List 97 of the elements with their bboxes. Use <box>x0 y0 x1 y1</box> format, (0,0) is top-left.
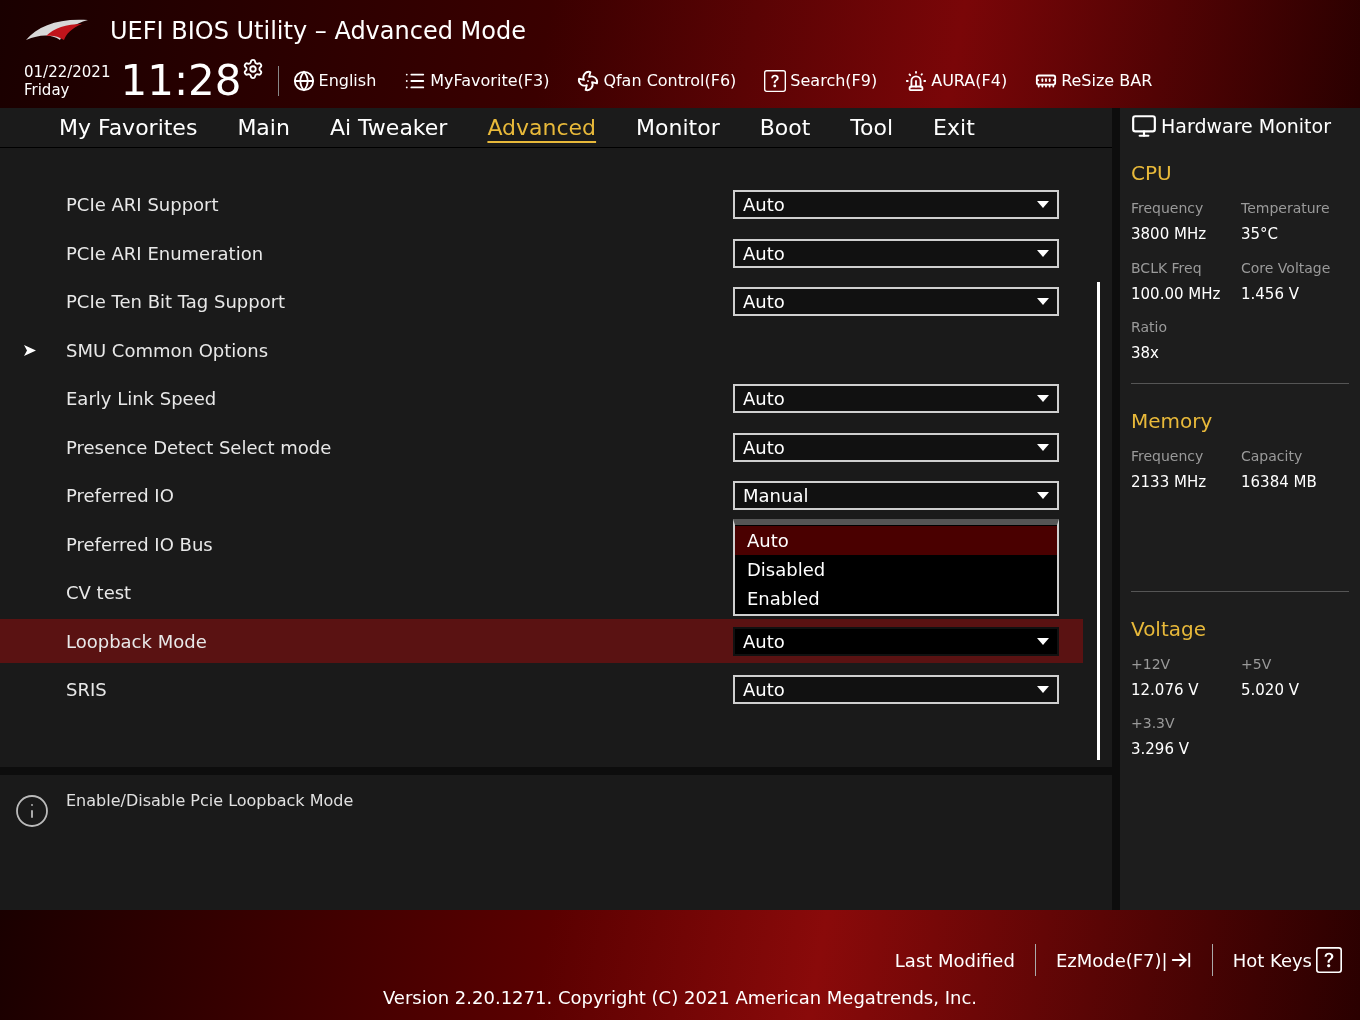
day-text: Friday <box>24 81 71 99</box>
toolbar-button[interactable]: MyFavorite(F3) <box>404 69 550 93</box>
caret-icon <box>1037 443 1049 451</box>
dropdown[interactable]: Auto <box>733 675 1059 704</box>
globe-icon <box>292 70 315 92</box>
toolbar-button[interactable]: English <box>292 69 377 93</box>
clock-time: 11:28 <box>120 60 242 102</box>
caret-icon <box>1037 492 1049 499</box>
dropdown[interactable]: Auto <box>733 432 1059 462</box>
metric-value: 38x <box>1131 343 1160 364</box>
version-text: Version 2.20.1271. Copyright (C) 2021 American Megatrends, Inc. <box>382 986 978 1010</box>
footer-button[interactable]: EzMode(F7)| <box>1055 946 1192 974</box>
metric-value: 3.296 V <box>1131 739 1190 760</box>
setting-row[interactable]: SRIS Auto <box>0 667 1059 712</box>
panel-title: Hardware Monitor <box>1161 113 1331 139</box>
dropdown[interactable]: Auto <box>733 238 1059 268</box>
metric-label: +12V <box>1131 654 1172 674</box>
metric-label: Core Voltage <box>1241 258 1332 278</box>
setting-row[interactable]: Early Link Speed Auto <box>0 376 1059 421</box>
arrow-icon <box>24 344 36 356</box>
setting-label: Preferred IO <box>66 484 175 508</box>
metric-value: 1.456 V <box>1241 283 1300 305</box>
setting-row[interactable]: Loopback Mode Auto <box>0 619 1083 663</box>
setting-label: Presence Detect Select mode <box>66 435 333 460</box>
footer-button[interactable]: Last Modified <box>894 946 1015 974</box>
metric-value: 5.020 V <box>1241 679 1300 701</box>
light-icon <box>905 70 928 92</box>
section-title: Voltage <box>1131 615 1208 643</box>
tab[interactable]: Tool <box>850 111 894 144</box>
setting-label: Early Link Speed <box>66 387 218 411</box>
dropdown[interactable]: Auto <box>733 384 1059 413</box>
metric-label: +5V <box>1241 654 1273 674</box>
caret-icon <box>1037 249 1049 257</box>
setting-label: PCIe ARI Enumeration <box>66 241 265 266</box>
setting-label: SMU Common Options <box>66 338 270 363</box>
caret-icon <box>1037 298 1049 305</box>
dropdown[interactable]: Auto <box>733 626 1059 656</box>
metric-label: BCLK Freq <box>1131 258 1203 278</box>
caret-icon <box>1037 201 1049 208</box>
dropdown[interactable]: Auto <box>733 287 1059 316</box>
toolbar-button[interactable]: Qfan Control(F6) <box>577 69 737 93</box>
scrollbar[interactable] <box>1097 282 1100 760</box>
metric-label: Temperature <box>1241 199 1331 218</box>
dropdown[interactable]: Auto <box>733 190 1059 219</box>
setting-row[interactable]: Presence Detect Select mode Auto <box>0 425 1059 469</box>
metric-label: Capacity <box>1241 446 1304 466</box>
setting-label: SRIS <box>66 678 108 702</box>
tab[interactable]: Monitor <box>636 111 720 144</box>
setting-label: CV test <box>66 581 133 605</box>
setting-label: PCIe Ten Bit Tag Support <box>66 290 287 314</box>
setting-row[interactable]: SMU Common Options <box>0 328 733 372</box>
setting-label: PCIe ARI Support <box>66 193 220 217</box>
footer-button[interactable]: Hot Keys <box>1232 946 1342 974</box>
dropdown[interactable]: Manual <box>733 481 1059 510</box>
tab[interactable]: Exit <box>933 111 975 144</box>
setting-label: Preferred IO Bus <box>66 532 214 557</box>
setting-row[interactable]: PCIe Ten Bit Tag Support Auto <box>0 279 1059 324</box>
dropdown-option[interactable]: Disabled <box>735 554 1057 584</box>
setting-row[interactable]: Preferred IO Manual <box>0 473 1059 518</box>
metric-value: 100.00 MHz <box>1131 283 1222 305</box>
tab[interactable]: Main <box>237 111 290 144</box>
metric-label: +3.3V <box>1131 714 1176 733</box>
metric-value: 16384 MB <box>1241 471 1318 493</box>
toolbar-button[interactable]: Search(F9) <box>764 69 878 93</box>
metric-value: 3800 MHz <box>1131 224 1208 245</box>
tab[interactable]: Boot <box>759 111 811 144</box>
date-text: 01/22/2021 <box>24 63 111 81</box>
fan-icon <box>577 70 600 92</box>
tab[interactable]: My Favorites <box>59 111 198 144</box>
metric-label: Frequency <box>1131 199 1205 218</box>
dropdown-option[interactable]: Auto <box>735 525 1057 555</box>
setting-row[interactable]: PCIe ARI Support Auto <box>0 182 1059 227</box>
metric-value: 12.076 V <box>1131 679 1200 701</box>
metric-label: Ratio <box>1131 318 1168 337</box>
caret-icon <box>1037 637 1049 645</box>
setting-row[interactable]: CV test <box>0 570 733 615</box>
help-text: Enable/Disable Pcie Loopback Mode <box>66 790 354 812</box>
tab[interactable]: Advanced <box>487 111 597 144</box>
monitor-icon <box>1131 113 1157 139</box>
help-icon <box>1316 947 1342 973</box>
window-title: UEFI BIOS Utility – Advanced Mode <box>110 16 526 47</box>
toolbar-button[interactable]: ReSize BAR <box>1035 69 1153 93</box>
section-title: Memory <box>1131 407 1214 435</box>
tab[interactable]: Ai Tweaker <box>329 111 448 144</box>
metric-label: Frequency <box>1131 446 1205 466</box>
settings-icon[interactable] <box>241 58 264 80</box>
caret-icon <box>1037 686 1049 693</box>
section-title: CPU <box>1131 160 1173 187</box>
metric-value: 2133 MHz <box>1131 471 1208 493</box>
setting-row[interactable]: PCIe ARI Enumeration Auto <box>0 231 1059 275</box>
setting-label: Loopback Mode <box>66 629 208 654</box>
toolbar-button[interactable]: AURA(F4) <box>905 69 1008 93</box>
caret-icon <box>1037 395 1049 402</box>
info-icon <box>14 793 50 829</box>
question-icon <box>764 70 787 92</box>
dropdown-option[interactable]: Enabled <box>735 583 1057 613</box>
metric-value: 35°C <box>1241 224 1280 245</box>
